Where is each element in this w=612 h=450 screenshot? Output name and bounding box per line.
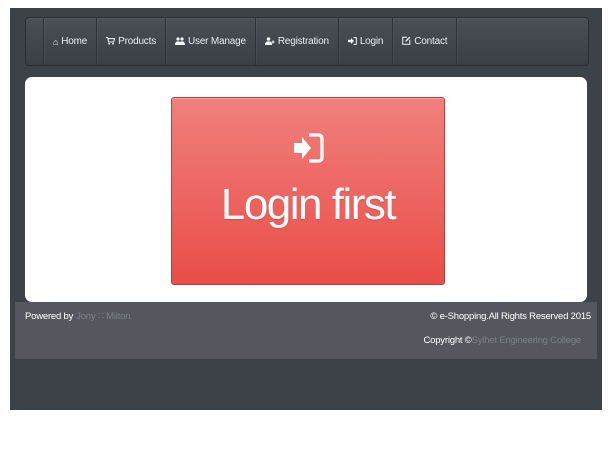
main-panel: Login first [25, 77, 587, 302]
nav-item-registration[interactable]: Registration [256, 18, 339, 65]
footer: Powered by Jony ∷ Milton © e-Shopping.All… [15, 302, 597, 359]
nav-item-label: Login [359, 36, 384, 47]
nav-item-label: Products [118, 36, 156, 47]
nav-item-login[interactable]: Login [339, 18, 394, 65]
nav-item-contact[interactable]: Contact [393, 18, 458, 65]
user-plus-icon [264, 36, 275, 47]
home-icon: ⌂ [53, 36, 59, 47]
nav-menu: ⌂ Home Products User Manage Registration… [44, 18, 458, 65]
copyright: Copyright ©Sylhet Engineering College [423, 335, 581, 346]
top-navbar: ⌂ Home Products User Manage Registration… [25, 17, 589, 66]
powered-by-label: Powered by [25, 311, 74, 322]
nav-item-products[interactable]: Products [97, 18, 166, 65]
author-link[interactable]: Jony ∷ Milton [76, 311, 130, 322]
nav-item-user-manage[interactable]: User Manage [166, 18, 256, 65]
college-link[interactable]: Sylhet Engineering College [472, 335, 582, 346]
sign-in-icon [347, 36, 357, 47]
login-first-text: Login first [220, 180, 397, 229]
nav-item-label: Registration [277, 36, 329, 47]
powered-by: Powered by Jony ∷ Milton [25, 311, 131, 322]
footer-bottom-band [10, 359, 602, 410]
nav-item-label: User Manage [188, 36, 246, 47]
nav-item-label: Home [61, 36, 88, 47]
users-icon [175, 36, 185, 47]
page-frame: ⌂ Home Products User Manage Registration… [10, 8, 602, 410]
cart-icon [106, 36, 116, 47]
edit-icon [402, 36, 411, 47]
rights-reserved: © e-Shopping.All Rights Reserved 2015 [430, 311, 591, 322]
sign-in-icon [294, 133, 324, 163]
nav-item-label: Contact [414, 36, 448, 47]
copyright-label: Copyright © [423, 335, 472, 346]
nav-item-home[interactable]: ⌂ Home [44, 18, 98, 65]
login-first-button[interactable]: Login first [171, 97, 445, 285]
